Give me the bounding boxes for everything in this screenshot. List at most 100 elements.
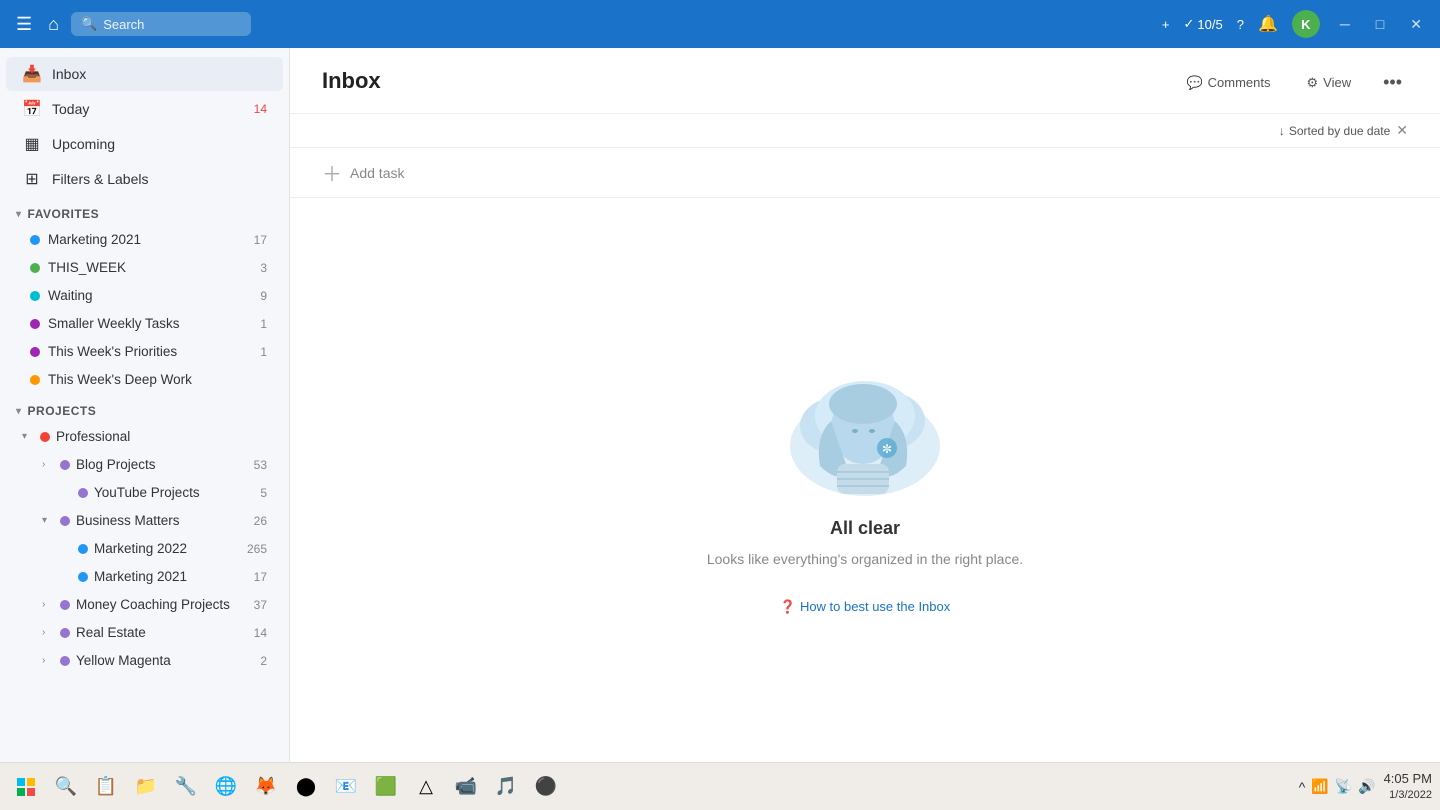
close-btn[interactable]: ✕	[1404, 16, 1428, 33]
notifications-btn[interactable]: 🔔	[1258, 14, 1278, 34]
favorites-section[interactable]: ▾ Favorites	[0, 197, 289, 225]
project-dot	[60, 460, 70, 470]
fav-label: Smaller Weekly Tasks	[48, 316, 252, 331]
help-link[interactable]: ❓ How to best use the Inbox	[780, 599, 951, 615]
view-btn[interactable]: ⚙ View	[1296, 70, 1361, 96]
system-tray: ^ 📶 📡 🔊	[1299, 778, 1376, 795]
fav-label: Waiting	[48, 288, 252, 303]
project-label: Business Matters	[76, 513, 248, 528]
minimize-btn[interactable]: ─	[1334, 16, 1356, 32]
add-task-plus-icon: ＋	[322, 158, 342, 187]
project-money-coaching[interactable]: › Money Coaching Projects 37	[6, 591, 283, 618]
project-chevron: ▾	[42, 515, 54, 526]
project-dot	[60, 656, 70, 666]
project-label: Marketing 2022	[94, 541, 241, 556]
sidebar-item-upcoming[interactable]: ▦ Upcoming	[6, 127, 283, 161]
fav-this-week-deep[interactable]: This Week's Deep Work	[6, 366, 283, 393]
sidebar-item-today[interactable]: 📅 Today 14	[6, 92, 283, 126]
spotify-btn[interactable]: 🎵	[488, 769, 524, 805]
title-bar-right: + ✓10/5 ? 🔔 K ─ □ ✕	[1162, 10, 1428, 38]
file-explorer-btn[interactable]: 📁	[128, 769, 164, 805]
help-btn[interactable]: ?	[1237, 17, 1244, 32]
project-professional[interactable]: ▾ Professional	[6, 423, 283, 450]
add-task-btn[interactable]: +	[1162, 17, 1170, 32]
project-chevron: ▾	[22, 431, 34, 442]
sidebar-nav: 📥 Inbox 📅 Today 14 ▦ Upcoming ⊞ Filters …	[0, 48, 289, 683]
search-icon: 🔍	[81, 16, 97, 32]
fav-this-week[interactable]: THIS_WEEK 3	[6, 254, 283, 281]
sidebar-item-filters[interactable]: ⊞ Filters & Labels	[6, 162, 283, 196]
network-icon[interactable]: 📶	[1311, 778, 1328, 795]
project-dot	[60, 600, 70, 610]
fav-label: THIS_WEEK	[48, 260, 252, 275]
comments-icon: 💬	[1186, 75, 1202, 91]
comments-btn[interactable]: 💬 Comments	[1176, 70, 1280, 96]
chrome-btn[interactable]: ⬤	[288, 769, 324, 805]
today-label: Today	[52, 101, 244, 117]
gdrive-btn[interactable]: △	[408, 769, 444, 805]
today-icon: 📅	[22, 99, 42, 119]
taskbar-right: ^ 📶 📡 🔊 4:05 PM 1/3/2022	[1299, 771, 1432, 802]
fav-waiting[interactable]: Waiting 9	[6, 282, 283, 309]
header-actions: 💬 Comments ⚙ View •••	[1176, 68, 1408, 113]
inbox-icon: 📥	[22, 64, 42, 84]
project-yellow-magenta[interactable]: › Yellow Magenta 2	[6, 647, 283, 674]
project-marketing2022[interactable]: Marketing 2022 265	[6, 535, 283, 562]
project-chevron: ›	[42, 459, 54, 470]
favorites-chevron: ▾	[16, 209, 22, 220]
mail-btn[interactable]: 📧	[328, 769, 364, 805]
add-task-row[interactable]: ＋ Add task	[290, 148, 1440, 198]
avatar[interactable]: K	[1292, 10, 1320, 38]
project-real-estate[interactable]: › Real Estate 14	[6, 619, 283, 646]
start-button[interactable]	[8, 769, 44, 805]
project-count: 265	[247, 542, 267, 556]
projects-section[interactable]: ▾ Projects	[0, 394, 289, 422]
project-dot	[78, 572, 88, 582]
project-business-matters[interactable]: ▾ Business Matters 26	[6, 507, 283, 534]
content-header: Inbox 💬 Comments ⚙ View •••	[290, 48, 1440, 114]
fav-dot	[30, 235, 40, 245]
sort-text: ↓ Sorted by due date	[1279, 124, 1390, 138]
project-label: Professional	[56, 429, 267, 444]
main-area: 📥 Inbox 📅 Today 14 ▦ Upcoming ⊞ Filters …	[0, 48, 1440, 762]
project-marketing2021b[interactable]: Marketing 2021 17	[6, 563, 283, 590]
restore-btn[interactable]: □	[1370, 16, 1390, 32]
title-bar-left: ☰ ⌂ 🔍 Search	[12, 10, 1154, 39]
empty-state: ✼ All clear Looks like everything's orga…	[667, 306, 1063, 655]
fav-dot	[30, 375, 40, 385]
search-placeholder: Search	[103, 17, 144, 32]
project-youtube-projects[interactable]: YouTube Projects 5	[6, 479, 283, 506]
search-bar[interactable]: 🔍 Search	[71, 12, 251, 36]
sort-close-btn[interactable]: ✕	[1396, 122, 1408, 139]
more-btn[interactable]: •••	[1377, 68, 1408, 97]
volume-icon[interactable]: 🔊	[1358, 778, 1375, 795]
wifi-icon[interactable]: 📡	[1335, 778, 1352, 795]
task-view-btn[interactable]: 📋	[88, 769, 124, 805]
project-dot	[78, 544, 88, 554]
clock[interactable]: 4:05 PM 1/3/2022	[1384, 771, 1432, 802]
project-count: 26	[254, 514, 267, 528]
project-blog-projects[interactable]: › Blog Projects 53	[6, 451, 283, 478]
fav-smaller-weekly[interactable]: Smaller Weekly Tasks 1	[6, 310, 283, 337]
filters-icon: ⊞	[22, 169, 42, 189]
app2-btn[interactable]: 🟩	[368, 769, 404, 805]
firefox-btn[interactable]: 🦊	[248, 769, 284, 805]
search-taskbar-btn[interactable]: 🔍	[48, 769, 84, 805]
home-icon[interactable]: ⌂	[44, 10, 63, 39]
edge-btn[interactable]: 🌐	[208, 769, 244, 805]
sidebar: 📥 Inbox 📅 Today 14 ▦ Upcoming ⊞ Filters …	[0, 48, 290, 762]
empty-illustration: ✼	[775, 346, 955, 506]
app3-btn[interactable]: ⚫	[528, 769, 564, 805]
fav-this-week-priorities[interactable]: This Week's Priorities 1	[6, 338, 283, 365]
fav-marketing2021[interactable]: Marketing 2021 17	[6, 226, 283, 253]
karma-btn[interactable]: ✓10/5	[1184, 16, 1223, 32]
app1-btn[interactable]: 🔧	[168, 769, 204, 805]
fav-count: 3	[260, 261, 267, 275]
upcoming-label: Upcoming	[52, 136, 267, 152]
meet-btn[interactable]: 📹	[448, 769, 484, 805]
project-label: Real Estate	[76, 625, 248, 640]
hamburger-icon[interactable]: ☰	[12, 10, 36, 39]
chevron-icon[interactable]: ^	[1299, 779, 1306, 795]
sidebar-item-inbox[interactable]: 📥 Inbox	[6, 57, 283, 91]
project-dot	[60, 628, 70, 638]
